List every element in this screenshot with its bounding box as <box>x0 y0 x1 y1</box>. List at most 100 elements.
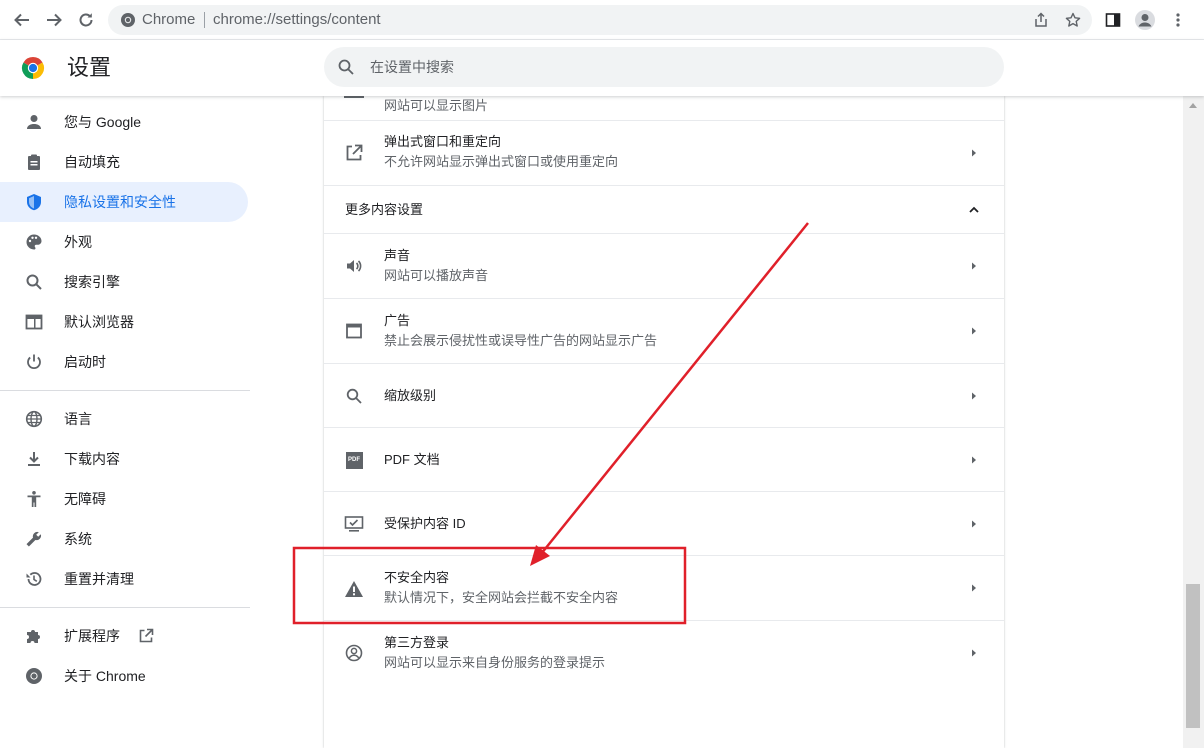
wrench-icon <box>24 529 44 549</box>
warning-icon <box>344 579 364 599</box>
profile-button[interactable] <box>1133 8 1157 32</box>
sidebar-item-accessibility[interactable]: 无障碍 <box>0 479 248 519</box>
row-subtitle: 禁止会展示侵扰性或误导性广告的网站显示广告 <box>384 333 658 348</box>
sidebar-item-label: 外观 <box>64 234 92 250</box>
accessibility-icon <box>24 489 44 509</box>
row-title: PDF 文档 <box>384 452 440 467</box>
sidebar-item-search-engine[interactable]: 搜索引擎 <box>0 262 248 302</box>
settings-row-popups[interactable]: 弹出式窗口和重定向 不允许网站显示弹出式窗口或使用重定向 <box>324 120 1004 185</box>
sidebar-item-label: 下载内容 <box>64 451 120 467</box>
avatar-icon <box>1135 10 1155 30</box>
more-content-settings-header[interactable]: 更多内容设置 <box>324 185 1004 233</box>
open-in-new-icon <box>344 143 364 163</box>
browser-toolbar: Chrome chrome://settings/content <box>0 0 1204 40</box>
settings-row-sound[interactable]: 声音 网站可以播放声音 <box>324 233 1004 298</box>
settings-row-pdf[interactable]: PDF PDF 文档 <box>324 427 1004 491</box>
row-title: 缩放级别 <box>384 388 437 403</box>
sidebar-item-on-startup[interactable]: 启动时 <box>0 342 248 382</box>
settings-row-insecure-content[interactable]: 不安全内容 默认情况下，安全网站会拦截不安全内容 <box>324 555 1004 620</box>
address-bar[interactable]: Chrome chrome://settings/content <box>108 5 1092 35</box>
scroll-up-arrow-icon[interactable] <box>1188 101 1198 109</box>
sidebar-item-privacy-security[interactable]: 隐私设置和安全性 <box>0 182 248 222</box>
side-panel-icon <box>1105 13 1121 27</box>
zoom-icon <box>344 386 364 406</box>
reload-icon <box>79 13 93 27</box>
sidebar-item-downloads[interactable]: 下载内容 <box>0 439 248 479</box>
palette-icon <box>24 232 44 252</box>
search-icon <box>24 272 44 292</box>
sidebar-item-reset[interactable]: 重置并清理 <box>0 559 248 599</box>
browser-icon <box>24 312 44 332</box>
url-text[interactable]: chrome://settings/content <box>213 11 381 29</box>
sidebar-item-label: 重置并清理 <box>64 571 134 587</box>
sidebar-item-label: 语言 <box>64 411 92 427</box>
sidebar-item-appearance[interactable]: 外观 <box>0 222 248 262</box>
sidebar-item-label: 系统 <box>64 531 92 547</box>
scrollbar-thumb[interactable] <box>1186 584 1200 728</box>
puzzle-icon <box>24 626 44 646</box>
content-settings-card: 网站可以显示图片 弹出式窗口和重定向 不允许网站显示弹出式窗口或使用重定向 更多… <box>324 96 1004 748</box>
row-subtitle: 网站可以显示来自身份服务的登录提示 <box>384 655 606 670</box>
sidebar-item-autofill[interactable]: 自动填充 <box>0 142 248 182</box>
image-icon <box>344 96 364 98</box>
sidebar-item-extensions[interactable]: 扩展程序 <box>0 616 248 656</box>
chrome-icon <box>121 13 135 27</box>
side-panel-button[interactable] <box>1101 8 1125 32</box>
settings-row-federated-login[interactable]: 第三方登录 网站可以显示来自身份服务的登录提示 <box>324 620 1004 685</box>
row-title: 第三方登录 <box>384 635 450 650</box>
chrome-logo-icon <box>21 57 45 79</box>
download-icon <box>24 449 44 469</box>
power-icon <box>24 352 44 372</box>
settings-row-ads[interactable]: 广告 禁止会展示侵扰性或误导性广告的网站显示广告 <box>324 298 1004 363</box>
pdf-icon: PDF <box>344 450 364 470</box>
star-icon[interactable] <box>1065 12 1081 28</box>
settings-row-zoom[interactable]: 缩放级别 <box>324 363 1004 427</box>
sidebar-item-languages[interactable]: 语言 <box>0 399 248 439</box>
sidebar-item-label: 无障碍 <box>64 491 106 507</box>
chevron-right-icon <box>972 262 976 270</box>
row-title: 受保护内容 ID <box>384 516 466 531</box>
row-title: 不安全内容 <box>384 570 450 585</box>
sidebar-item-about-chrome[interactable]: 关于 Chrome <box>0 656 248 696</box>
sidebar-item-you-and-google[interactable]: 您与 Google <box>0 102 248 142</box>
protected-display-icon <box>344 514 364 534</box>
settings-row-protected-content[interactable]: 受保护内容 ID <box>324 491 1004 555</box>
reload-button[interactable] <box>74 8 98 32</box>
settings-row-images[interactable]: 网站可以显示图片 <box>324 96 1004 121</box>
pdf-icon-label: PDF <box>345 451 363 469</box>
sidebar-item-label: 您与 Google <box>64 114 142 130</box>
site-chip: Chrome <box>142 11 196 28</box>
page-scrollbar[interactable] <box>1183 96 1204 748</box>
chevron-right-icon <box>972 327 976 335</box>
back-button[interactable] <box>10 8 34 32</box>
history-icon <box>24 569 44 589</box>
chevron-right-icon <box>972 149 976 157</box>
search-icon <box>338 59 354 75</box>
section-title: 更多内容设置 <box>345 202 424 217</box>
page-title: 设置 <box>67 55 112 80</box>
sidebar-item-label: 自动填充 <box>64 154 120 170</box>
sidebar-item-label: 默认浏览器 <box>64 314 134 330</box>
sidebar-divider <box>0 607 250 608</box>
sidebar-item-default-browser[interactable]: 默认浏览器 <box>0 302 248 342</box>
sidebar-item-label: 搜索引擎 <box>64 274 120 290</box>
open-in-new-icon <box>139 628 154 643</box>
volume-icon <box>344 256 364 276</box>
settings-header: 设置 在设置中搜索 <box>0 40 1204 96</box>
chevron-right-icon <box>972 520 976 528</box>
row-title: 广告 <box>384 313 411 328</box>
row-subtitle: 不允许网站显示弹出式窗口或使用重定向 <box>384 154 619 169</box>
chevron-right-icon <box>972 392 976 400</box>
clipboard-icon <box>24 152 44 172</box>
account-circle-icon <box>344 643 364 663</box>
person-icon <box>24 112 44 132</box>
sidebar-item-system[interactable]: 系统 <box>0 519 248 559</box>
row-title: 声音 <box>384 248 411 263</box>
chevron-up-icon <box>969 206 979 213</box>
settings-search-input[interactable]: 在设置中搜索 <box>324 47 1004 87</box>
forward-button[interactable] <box>42 8 66 32</box>
search-placeholder: 在设置中搜索 <box>370 59 454 75</box>
share-icon[interactable] <box>1033 12 1049 28</box>
menu-button[interactable] <box>1166 8 1190 32</box>
sidebar-divider <box>0 390 250 391</box>
